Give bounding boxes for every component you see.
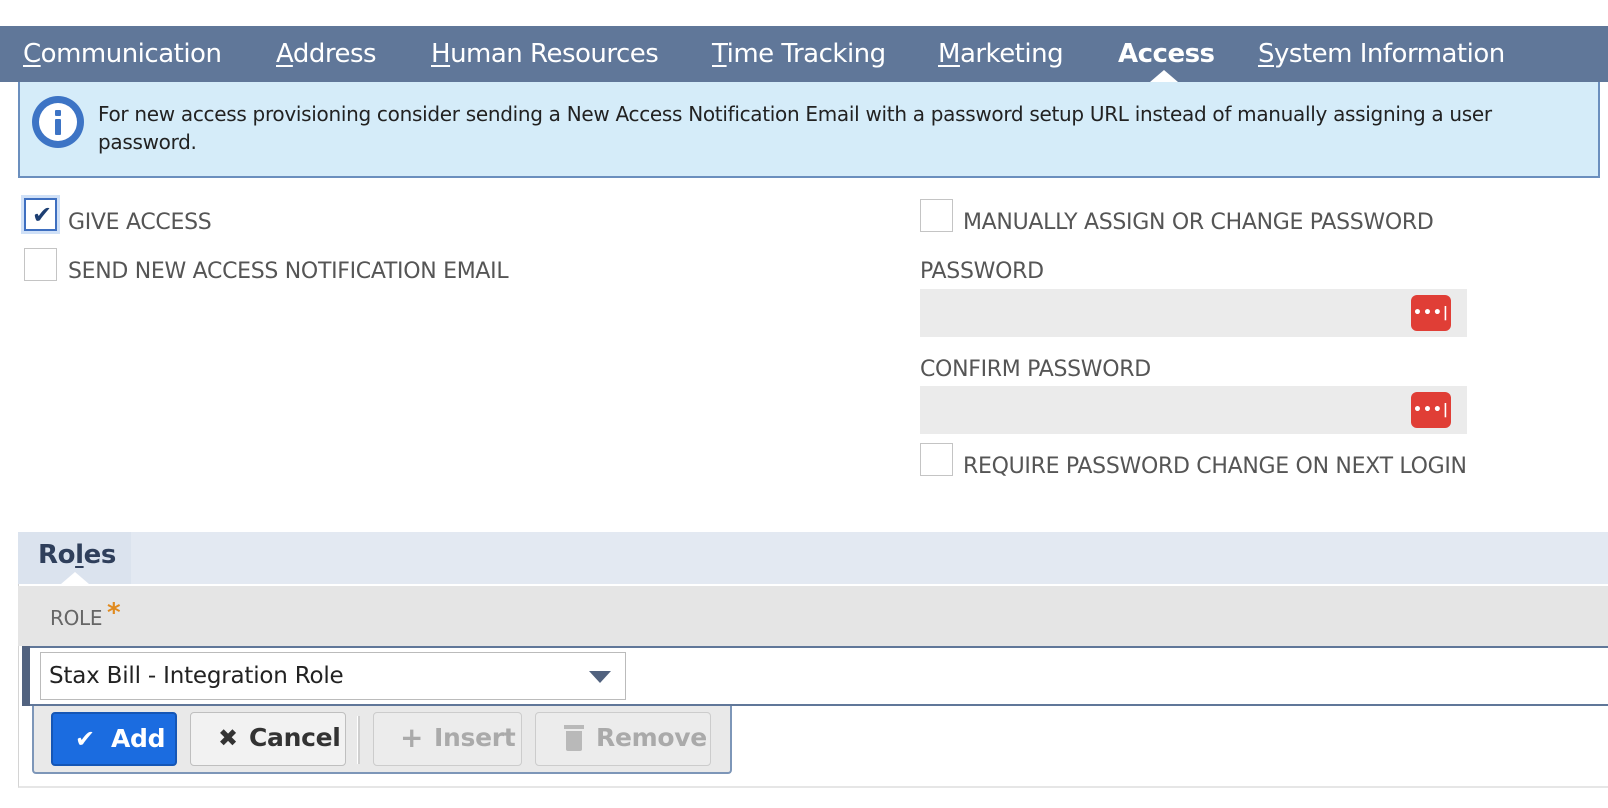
tab-communication[interactable]: Communication [23, 38, 222, 70]
tab-time-tracking[interactable]: Time Tracking [712, 38, 886, 70]
subtab-bar: Communication Address Human Resources Ti… [0, 26, 1608, 82]
edit-row-marker [22, 646, 30, 706]
add-button[interactable]: ✔ Add [51, 712, 177, 766]
tab-human-resources[interactable]: Human Resources [431, 38, 659, 70]
trash-icon [564, 725, 584, 751]
require-password-change-label: REQUIRE PASSWORD CHANGE ON NEXT LOGIN [963, 454, 1467, 479]
give-access-label: GIVE ACCESS [68, 210, 212, 235]
tab-system-information[interactable]: System Information [1258, 38, 1505, 70]
roles-subtab-strip [18, 532, 1608, 584]
checkmark-icon: ✔ [75, 725, 95, 753]
remove-button[interactable]: Remove [535, 712, 711, 766]
password-label: PASSWORD [920, 259, 1044, 284]
close-icon: ✖ [218, 724, 238, 752]
password-input[interactable]: •••| [920, 289, 1467, 337]
confirm-password-input[interactable]: •••| [920, 386, 1467, 434]
info-icon [32, 96, 84, 148]
confirm-password-label: CONFIRM PASSWORD [920, 357, 1151, 382]
manually-assign-password-checkbox[interactable] [920, 199, 953, 232]
roles-title[interactable]: Roles [38, 540, 116, 570]
active-subtab-indicator [61, 572, 89, 584]
send-notification-email-checkbox[interactable] [24, 248, 57, 281]
role-select[interactable]: Stax Bill - Integration Role [40, 652, 626, 700]
give-access-checkbox[interactable]: ✔ [24, 198, 57, 231]
roles-grid-header [18, 586, 1608, 646]
password-manager-icon[interactable]: •••| [1411, 295, 1451, 331]
password-manager-icon[interactable]: •••| [1411, 392, 1451, 428]
insert-button[interactable]: + Insert [373, 712, 522, 766]
require-password-change-checkbox[interactable] [920, 443, 953, 476]
tab-access[interactable]: Access [1118, 38, 1215, 70]
role-column-header: ROLE [50, 606, 103, 630]
info-message: For new access provisioning consider sen… [98, 102, 1492, 154]
send-notification-email-label: SEND NEW ACCESS NOTIFICATION EMAIL [68, 259, 509, 284]
required-indicator: * [107, 598, 121, 628]
tab-marketing[interactable]: Marketing [938, 38, 1064, 70]
tab-address[interactable]: Address [276, 38, 377, 70]
cancel-button[interactable]: ✖ Cancel [190, 712, 346, 766]
active-tab-indicator [1150, 70, 1178, 82]
checkmark-icon: ✔ [32, 201, 53, 229]
plus-icon: + [400, 721, 424, 754]
info-banner: For new access provisioning consider sen… [18, 82, 1600, 178]
role-select-value: Stax Bill - Integration Role [49, 663, 344, 689]
button-divider [357, 716, 360, 764]
manually-assign-password-label: MANUALLY ASSIGN OR CHANGE PASSWORD [963, 210, 1434, 235]
chevron-down-icon[interactable] [589, 671, 611, 683]
